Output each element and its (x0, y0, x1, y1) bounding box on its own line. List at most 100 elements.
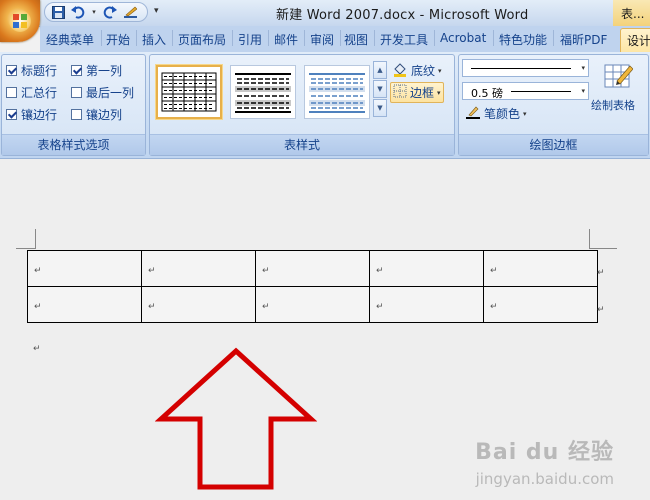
borders-dropdown-icon: ▾ (437, 88, 441, 97)
tab-view[interactable]: 视图 (344, 31, 368, 48)
total-row-option[interactable]: 汇总行 (6, 84, 57, 101)
tab-insert[interactable]: 插入 (142, 31, 166, 48)
pen-color-dropdown-icon: ▾ (523, 109, 527, 118)
banded-rows-label: 镶边行 (21, 108, 58, 122)
table-cell[interactable]: ↵ (369, 286, 484, 323)
save-icon[interactable] (51, 5, 65, 19)
crop-mark-right-h (589, 248, 617, 249)
crop-mark-left-h (16, 248, 36, 249)
watermark-logo: Bai du 经验 (475, 440, 614, 465)
total-row-checkbox[interactable] (6, 87, 17, 98)
header-row-label: 标题行 (21, 64, 58, 78)
style-gallery-scroll: ▲ ▼ ▼ (373, 61, 387, 118)
table-cell[interactable]: ↵ (141, 286, 256, 323)
office-logo-icon (9, 10, 31, 32)
header-row-option[interactable]: 标题行 (6, 62, 57, 79)
undo-icon[interactable] (71, 5, 85, 19)
paragraph-mark: ↵ (376, 265, 384, 276)
table-cell[interactable]: ↵ (141, 250, 256, 287)
first-column-option[interactable]: 第一列 (71, 62, 122, 79)
tab-references[interactable]: 引用 (238, 31, 262, 48)
banded-rows-checkbox[interactable] (6, 109, 17, 120)
line-style-dropdown-icon: ▾ (581, 64, 585, 72)
pen-color-button[interactable]: 笔颜色 ▾ (465, 105, 527, 122)
table-style-light-shading-accent[interactable] (304, 65, 370, 119)
header-row-checkbox[interactable] (6, 65, 17, 76)
table-row: ↵ ↵ ↵ ↵ ↵ (27, 286, 598, 323)
crop-mark-right (589, 229, 590, 249)
paragraph-mark: ↵ (34, 301, 42, 312)
banded-columns-option[interactable]: 镶边列 (71, 106, 122, 123)
paragraph-mark: ↵ (262, 301, 270, 312)
gallery-down-button[interactable]: ▼ (373, 80, 387, 98)
banded-rows-option[interactable]: 镶边行 (6, 106, 57, 123)
table-cell[interactable]: ↵ (369, 250, 484, 287)
borders-icon (393, 84, 407, 101)
red-arrow-annotation (155, 347, 317, 490)
table-cell[interactable]: ↵ (483, 250, 598, 287)
tab-review[interactable]: 审阅 (310, 31, 334, 48)
table-cell[interactable]: ↵ (255, 250, 370, 287)
row-end-mark: ↵ (597, 305, 605, 315)
tab-acrobat[interactable]: Acrobat (440, 31, 486, 45)
document-table[interactable]: ↵ ↵ ↵ ↵ ↵ ↵ ↵ ↵ ↵ ↵ (27, 250, 598, 323)
undo-dropdown-icon[interactable]: ▾ (91, 5, 97, 19)
shading-button[interactable]: 底纹 ▾ (392, 61, 442, 80)
draw-borders-group: ▾ 0.5 磅 ▾ 笔颜色 ▾ 绘制表格 绘图边框 (458, 54, 649, 156)
draw-borders-group-label: 绘图边框 (459, 134, 648, 155)
table-cell[interactable]: ↵ (255, 286, 370, 323)
quick-access-toolbar: ▾ (44, 2, 148, 22)
table-style-options-group-label: 表格样式选项 (2, 134, 145, 155)
line-weight-dropdown-icon: ▾ (581, 87, 585, 95)
tab-special-features[interactable]: 特色功能 (499, 31, 547, 48)
paragraph-mark: ↵ (33, 344, 41, 354)
first-column-checkbox[interactable] (71, 65, 82, 76)
table-style-options-group: 标题行 第一列 汇总行 最后一列 镶边行 镶边列 表格样式选项 (1, 54, 146, 156)
gallery-more-button[interactable]: ▼ (373, 99, 387, 117)
draw-table-label: 绘制表格 (591, 99, 635, 112)
tab-mailings[interactable]: 邮件 (274, 31, 298, 48)
first-column-label: 第一列 (86, 64, 123, 78)
paragraph-mark: ↵ (490, 265, 498, 276)
watermark-url: jingyan.baidu.com (475, 470, 614, 488)
last-column-checkbox[interactable] (71, 87, 82, 98)
gallery-up-button[interactable]: ▲ (373, 61, 387, 79)
ribbon-tab-bar: 经典菜单 开始 插入 页面布局 引用 邮件 审阅 视图 开发工具 Acrobat… (40, 26, 650, 52)
table-style-grid[interactable] (156, 65, 222, 119)
tab-foxit-pdf[interactable]: 福昕PDF (560, 31, 607, 48)
shading-label: 底纹 (411, 64, 436, 78)
tab-classic-menu[interactable]: 经典菜单 (46, 31, 94, 48)
tab-home[interactable]: 开始 (106, 31, 130, 48)
format-painter-icon[interactable] (123, 5, 137, 19)
total-row-label: 汇总行 (21, 86, 58, 100)
borders-button[interactable]: 边框 ▾ (390, 82, 444, 103)
paint-bucket-icon (392, 61, 408, 80)
ribbon: 标题行 第一列 汇总行 最后一列 镶边行 镶边列 表格样式选项 ▲ ▼ ▼ 底纹… (0, 52, 650, 159)
paragraph-mark: ↵ (148, 301, 156, 312)
last-column-option[interactable]: 最后一列 (71, 84, 134, 101)
paragraph-mark: ↵ (490, 301, 498, 312)
table-cell[interactable]: ↵ (27, 250, 142, 287)
paragraph-mark: ↵ (34, 265, 42, 276)
customize-qat-icon[interactable]: ▾ (154, 6, 159, 16)
row-end-mark: ↵ (597, 268, 605, 278)
line-style-dropdown[interactable]: ▾ (462, 59, 589, 77)
tab-page-layout[interactable]: 页面布局 (178, 31, 226, 48)
pen-color-label: 笔颜色 (484, 107, 521, 121)
table-cell[interactable]: ↵ (483, 286, 598, 323)
table-style-light-shading[interactable] (230, 65, 296, 119)
paragraph-mark: ↵ (262, 265, 270, 276)
table-cell[interactable]: ↵ (27, 286, 142, 323)
paragraph-mark: ↵ (148, 265, 156, 276)
banded-columns-checkbox[interactable] (71, 109, 82, 120)
line-weight-value: 0.5 磅 (471, 87, 503, 100)
shading-dropdown-icon: ▾ (438, 66, 442, 75)
tab-developer[interactable]: 开发工具 (380, 31, 428, 48)
line-weight-dropdown[interactable]: 0.5 磅 ▾ (462, 82, 589, 100)
office-button[interactable] (0, 0, 40, 42)
banded-columns-label: 镶边列 (86, 108, 123, 122)
draw-table-button[interactable]: 绘制表格 (591, 59, 645, 119)
pen-icon (465, 105, 481, 122)
tab-design[interactable]: 设计 (620, 28, 650, 52)
redo-icon[interactable] (103, 5, 117, 19)
